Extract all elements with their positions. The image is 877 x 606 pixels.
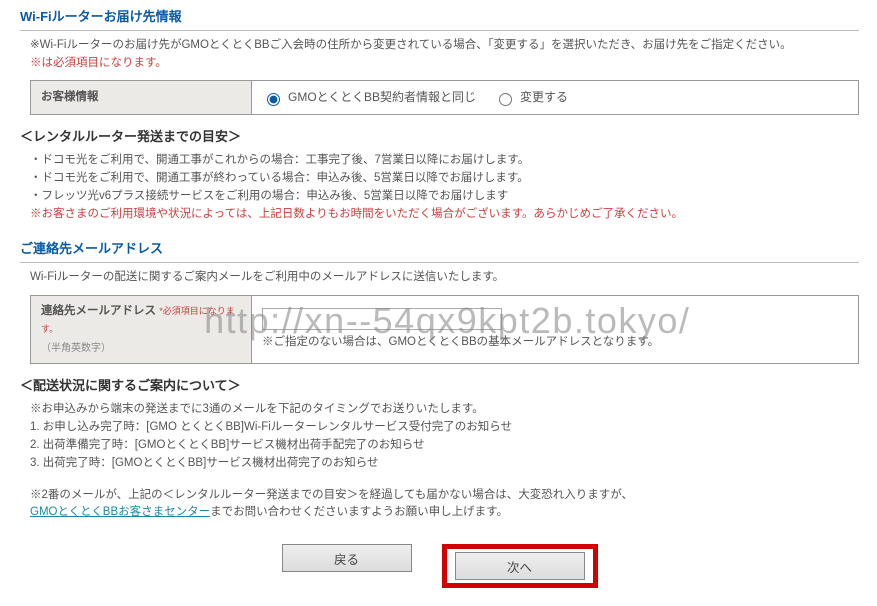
email-input[interactable] <box>262 308 502 330</box>
email-label-cell: 連絡先メールアドレス *必須項目になります。 （半角英数字） <box>31 296 252 364</box>
delivery-status-intro: ※お申込みから端末の発送までに3通のメールを下記のタイミングでお送りいたします。 <box>30 401 859 419</box>
shipping-line-3: ・フレッツ光v6プラス接続サービスをご利用の場合：申込み後、5営業日以降でお届け… <box>30 188 859 206</box>
shipping-line-2: ・ドコモ光をご利用で、開通工事が終わっている場合：申込み後、5営業日以降でお届け… <box>30 170 859 188</box>
heading-contact-email: ご連絡先メールアドレス <box>20 241 163 256</box>
radio-same-as-contract[interactable] <box>267 93 280 106</box>
note-required-marker: ※は必須項目になります。 <box>30 55 859 73</box>
customer-info-table: お客様情報 GMOとくとくBB契約者情報と同じ 変更する <box>30 80 859 115</box>
heading-delivery-info: Wi-Fiルーターお届け先情報 <box>20 9 182 24</box>
next-button[interactable]: 次へ <box>455 552 585 580</box>
email-default-note: ※ご指定のない場合は、GMOとくとくBBの基本メールアドレスとなります。 <box>262 334 848 352</box>
support-center-link[interactable]: GMOとくとくBBお客さまセンター <box>30 506 210 518</box>
delivery-mail-2: 2. 出荷準備完了時：[GMOとくとくBB]サービス機材出荷手配完了のお知らせ <box>30 437 859 455</box>
note-delivery-change: ※Wi-Fiルーターのお届け先がGMOとくとくBBご入会時の住所から変更されてい… <box>30 37 859 55</box>
contact-note-suffix: までお問い合わせくださいますようお願い申し上げます。 <box>210 506 508 518</box>
email-field-cell: ※ご指定のない場合は、GMOとくとくBBの基本メールアドレスとなります。 <box>252 296 859 364</box>
radio-same-as-contract-label[interactable]: GMOとくとくBB契約者情報と同じ <box>262 88 476 107</box>
delivery-mail-3: 3. 出荷完了時：[GMOとくとくBB]サービス機材出荷完了のお知らせ <box>30 455 859 473</box>
radio-same-text: GMOとくとくBB契約者情報と同じ <box>288 88 476 107</box>
button-row: 戻る 次へ <box>20 544 859 588</box>
radio-change[interactable] <box>499 93 512 106</box>
shipping-warning: ※お客さまのご利用環境や状況によっては、上記日数よりもお時間をいただく場合がござ… <box>30 206 859 224</box>
contact-note-prefix: ※2番のメールが、上記の＜レンタルルーター発送までの目安＞を経過しても届かない場… <box>30 489 633 501</box>
heading-delivery-status: ＜配送状況に関するご案内について＞ <box>20 376 859 396</box>
email-label-sub: （半角英数字） <box>41 341 241 357</box>
shipping-line-1: ・ドコモ光をご利用で、開通工事がこれからの場合：工事完了後、7営業日以降にお届け… <box>30 152 859 170</box>
email-label: 連絡先メールアドレス <box>41 305 156 317</box>
radio-change-text: 変更する <box>520 88 568 107</box>
customer-info-cell: GMOとくとくBB契約者情報と同じ 変更する <box>252 81 859 115</box>
contact-email-intro: Wi-Fiルーターの配送に関するご案内メールをご利用中のメールアドレスに送信いた… <box>30 269 859 287</box>
heading-shipping-estimate: ＜レンタルルーター発送までの目安＞ <box>20 127 859 147</box>
back-button[interactable]: 戻る <box>282 544 412 572</box>
delivery-mail-1: 1. お申し込み完了時：[GMO とくとくBB]Wi-Fiルーターレンタルサービ… <box>30 419 859 437</box>
customer-info-header: お客様情報 <box>31 81 252 115</box>
email-table: 連絡先メールアドレス *必須項目になります。 （半角英数字） ※ご指定のない場合… <box>30 295 859 364</box>
next-button-highlight: 次へ <box>442 544 598 588</box>
radio-change-label[interactable]: 変更する <box>494 88 568 107</box>
